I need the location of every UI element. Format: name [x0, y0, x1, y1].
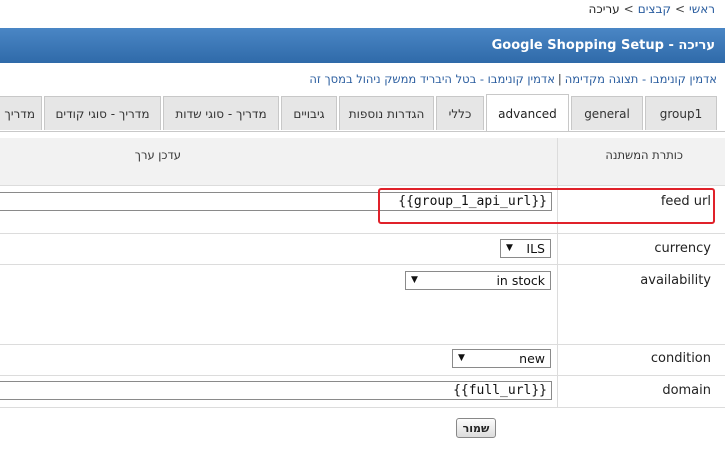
dropdown-arrow-icon: ▼: [506, 243, 513, 253]
breadcrumb: ראשי>קבצים>עריכה: [589, 2, 715, 16]
dropdown-arrow-icon: ▼: [411, 275, 418, 285]
condition-label: condition: [650, 351, 711, 366]
column-header-value: עדכן ערך: [134, 148, 181, 162]
tab-klali[interactable]: כללי: [436, 96, 484, 130]
tab-backups[interactable]: גיבויים: [281, 96, 337, 130]
table-row-currency: currency ILS ▼: [0, 234, 725, 265]
currency-label: currency: [654, 241, 711, 256]
availability-value: in stock: [496, 273, 545, 288]
tab-guide[interactable]: מדריך: [0, 96, 42, 130]
breadcrumb-home-link[interactable]: ראשי: [689, 2, 715, 16]
condition-select[interactable]: new ▼: [452, 349, 551, 368]
availability-select[interactable]: in stock ▼: [405, 271, 551, 290]
admin-cancel-hybrid-link[interactable]: אדמין קונימבו - בטל היבריד ממשק ניהול במ…: [309, 72, 555, 86]
dropdown-arrow-icon: ▼: [458, 353, 465, 363]
table-row-domain: domain {{full_url}}: [0, 376, 725, 408]
tab-guide-field-types[interactable]: מדריך - סוגי שדות: [163, 96, 279, 130]
domain-label: domain: [662, 383, 711, 398]
admin-links: אדמין קונימבו - תצוגה מקדימה|אדמין קונימ…: [309, 72, 717, 86]
table-row-condition: condition new ▼: [0, 345, 725, 376]
highlight-box: [378, 188, 715, 224]
tab-advanced[interactable]: advanced: [486, 94, 569, 131]
page-title: Google Shopping Setup - עריכה: [491, 38, 715, 53]
breadcrumb-files-link[interactable]: קבצים: [638, 2, 671, 16]
tab-bar: group1 general advanced כללי הגדרות נוספ…: [0, 94, 725, 132]
currency-value: ILS: [526, 241, 545, 256]
tab-additional-settings[interactable]: הגדרות נוספות: [339, 96, 434, 130]
breadcrumb-separator: >: [674, 2, 686, 16]
currency-select[interactable]: ILS ▼: [500, 239, 551, 258]
condition-value: new: [519, 351, 545, 366]
save-button[interactable]: שמור: [456, 418, 496, 438]
table-row-availability: availability in stock ▼: [0, 265, 725, 345]
breadcrumb-current: עריכה: [588, 2, 620, 16]
breadcrumb-separator: >: [623, 2, 634, 16]
tab-guide-code-types[interactable]: מדריך - סוגי קודים: [44, 96, 161, 130]
tab-general[interactable]: general: [571, 96, 643, 130]
column-header-variable: כותרת המשתנה: [605, 148, 683, 162]
availability-label: availability: [640, 273, 711, 288]
admin-preview-link[interactable]: אדמין קונימבו - תצוגה מקדימה: [565, 72, 717, 86]
domain-input[interactable]: {{full_url}}: [0, 381, 552, 400]
page-title-bar: Google Shopping Setup - עריכה: [0, 28, 725, 63]
table-header: כותרת המשתנה עדכן ערך: [0, 138, 725, 186]
tab-group1[interactable]: group1: [645, 96, 717, 130]
